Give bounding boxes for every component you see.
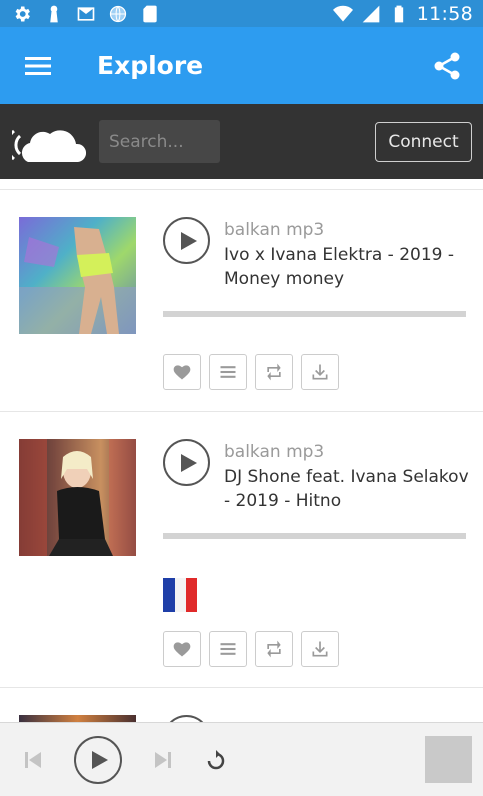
status-time: 11:58: [416, 2, 473, 25]
search-input[interactable]: [99, 120, 220, 163]
soundcloud-logo-icon: [12, 129, 86, 162]
track-artwork[interactable]: [19, 217, 136, 334]
play-button[interactable]: [163, 715, 210, 722]
menu-button[interactable]: [8, 36, 68, 96]
repost-icon: [267, 640, 281, 658]
play-icon: [180, 453, 197, 472]
like-button[interactable]: [163, 354, 201, 390]
heart-icon: [173, 642, 191, 657]
track-actions: [163, 631, 339, 667]
next-icon[interactable]: [152, 749, 174, 771]
share-button[interactable]: [427, 46, 467, 86]
heart-icon: [173, 365, 191, 380]
battery-icon: [389, 4, 409, 24]
waveform-progress[interactable]: [163, 533, 466, 539]
track-uploader[interactable]: balkan mp3: [224, 220, 324, 240]
play-button[interactable]: [163, 439, 210, 486]
download-button[interactable]: [301, 354, 339, 390]
divider: [0, 189, 483, 190]
app-bar: Explore: [0, 27, 483, 104]
player-bar: [0, 722, 483, 796]
play-icon: [92, 751, 108, 769]
repost-icon: [267, 363, 281, 381]
waveform-progress[interactable]: [163, 311, 466, 317]
mail-icon: [76, 4, 96, 24]
previous-icon[interactable]: [22, 749, 44, 771]
repeat-icon[interactable]: [204, 749, 228, 773]
player-play-button[interactable]: [74, 736, 122, 784]
divider: [0, 411, 483, 412]
share-icon: [434, 52, 460, 79]
repost-button[interactable]: [255, 631, 293, 667]
download-icon: [312, 641, 328, 657]
play-icon: [180, 231, 197, 250]
status-bar: 11:58: [0, 0, 483, 27]
keyhole-icon: [44, 4, 64, 24]
wifi-icon: [332, 4, 353, 24]
download-icon: [312, 364, 328, 380]
add-to-playlist-button[interactable]: [209, 354, 247, 390]
track-uploader[interactable]: balkan mp3: [224, 442, 324, 462]
settings-icon: [12, 4, 32, 24]
search-header: Connect: [0, 104, 483, 179]
playlist-icon: [220, 643, 236, 655]
like-button[interactable]: [163, 631, 201, 667]
add-to-playlist-button[interactable]: [209, 631, 247, 667]
now-playing-artwork[interactable]: [425, 736, 472, 783]
track-title[interactable]: Ivo x Ivana Elektra - 2019 - Money money: [224, 243, 469, 291]
track-actions: [163, 354, 339, 390]
repost-button[interactable]: [255, 354, 293, 390]
globe-icon: [108, 4, 128, 24]
connect-button[interactable]: Connect: [375, 121, 472, 162]
download-button[interactable]: [301, 631, 339, 667]
track-artwork[interactable]: [19, 715, 136, 722]
play-button[interactable]: [163, 217, 210, 264]
page-title: Explore: [97, 51, 204, 80]
hamburger-icon: [25, 56, 51, 75]
track-title[interactable]: DJ Shone feat. Ivana Selakov - 2019 - Hi…: [224, 465, 469, 513]
track-feed[interactable]: balkan mp3 Ivo x Ivana Elektra - 2019 - …: [0, 179, 483, 722]
cell-signal-icon: [361, 4, 381, 24]
sd-card-icon: [140, 4, 160, 24]
divider: [0, 687, 483, 688]
comment-avatar[interactable]: [163, 578, 197, 612]
track-artwork[interactable]: [19, 439, 136, 556]
playlist-icon: [220, 366, 236, 378]
